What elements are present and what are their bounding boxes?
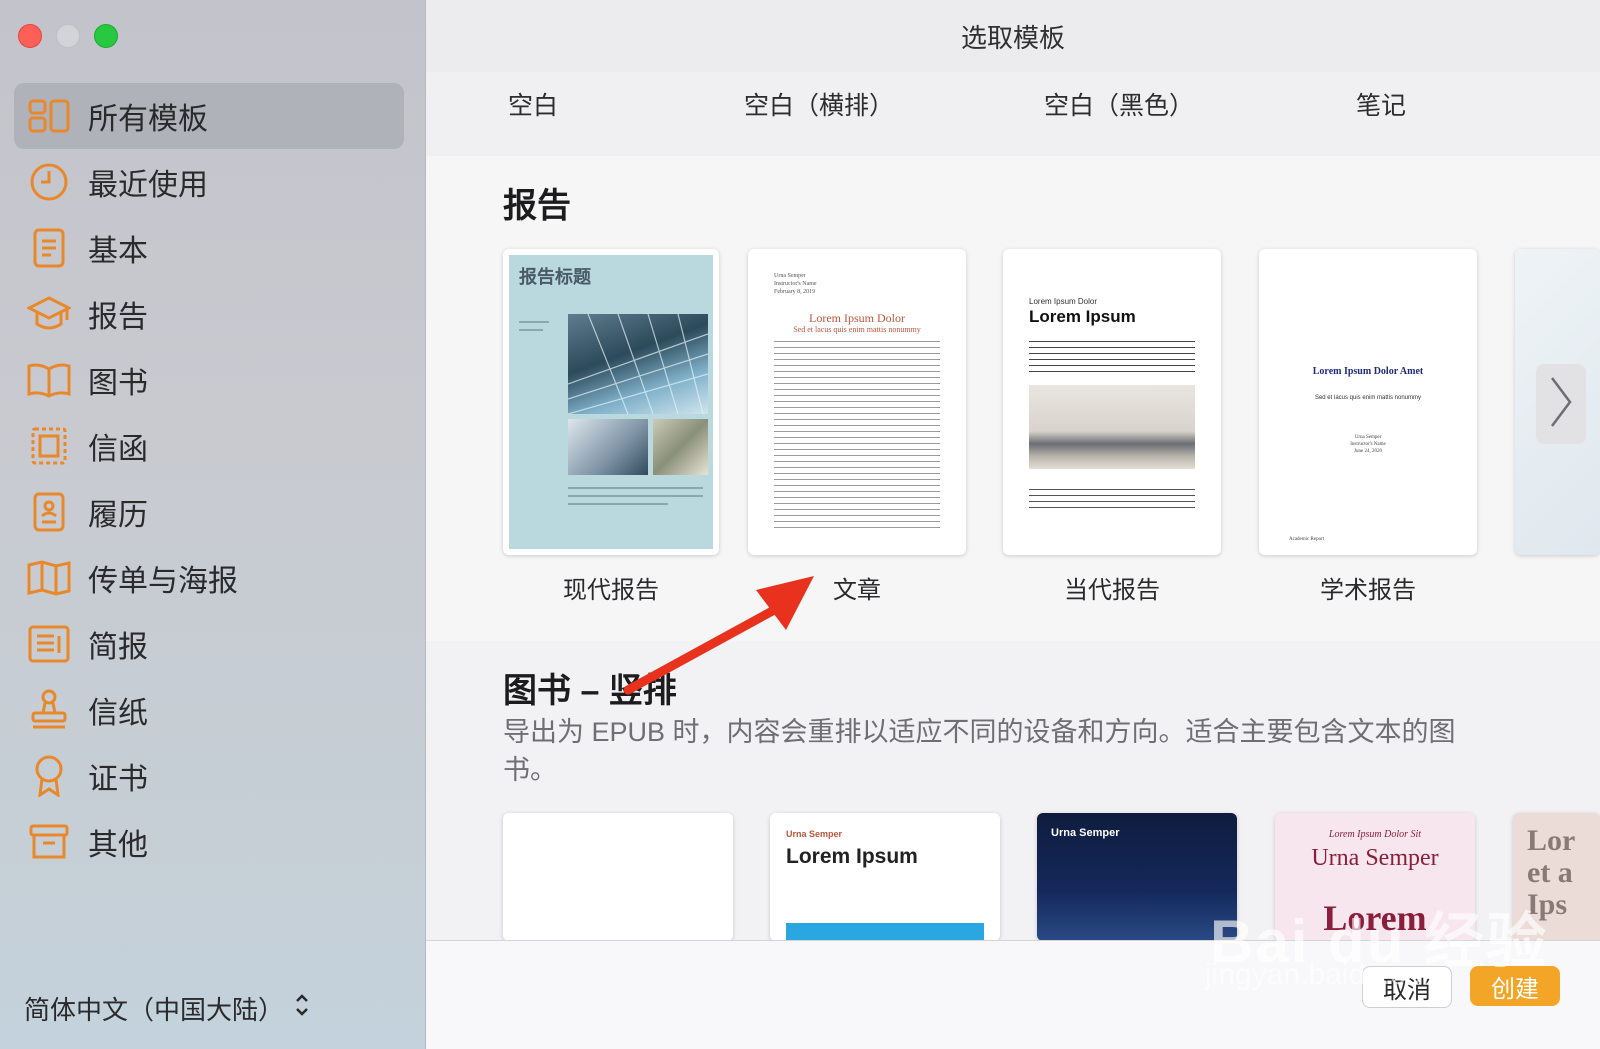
template-chooser-window: 所有模板 最近使用 基本 报告 图书 信函 履历 传单与海报 简报 信纸 证书 … [0,0,1600,1049]
sidebar-item-label: 其他 [88,829,148,862]
sidebar-item-label: 报告 [88,301,148,334]
sidebar-item-label: 图书 [88,367,148,400]
sidebar-item-reports[interactable]: 报告 [14,281,404,347]
minimize-button[interactable] [56,24,80,48]
sidebar-item-all-templates[interactable]: 所有模板 [14,83,404,149]
sidebar-item-label: 信函 [88,433,148,466]
sidebar-item-basic[interactable]: 基本 [14,215,404,281]
graduation-cap-icon [26,291,72,337]
sidebar-item-resume[interactable]: 履历 [14,479,404,545]
language-label: 简体中文（中国大陆） [24,995,285,1025]
sidebar-item-label: 最近使用 [88,169,208,202]
close-button[interactable] [18,24,42,48]
baidu-watermark-url: jingyan.baidu.com [1205,958,1447,991]
zoom-button[interactable] [94,24,118,48]
sidebar-item-letters[interactable]: 信函 [14,413,404,479]
resume-icon [26,489,72,535]
sidebar-item-label: 证书 [88,763,148,796]
language-selector[interactable]: 简体中文（中国大陆） [24,990,310,1027]
sidebar-item-label: 信纸 [88,697,148,730]
stamp-frame-icon [26,423,72,469]
up-down-chevron-icon [294,992,310,1025]
sidebar-item-label: 传单与海报 [88,565,238,598]
category-list: 所有模板 最近使用 基本 报告 图书 信函 履历 传单与海报 简报 信纸 证书 … [14,83,404,875]
rubber-stamp-icon [26,687,72,733]
sidebar-item-stationery[interactable]: 信纸 [14,677,404,743]
ribbon-icon [26,753,72,799]
sidebar-item-label: 履历 [88,499,148,532]
clock-icon [26,159,72,205]
sidebar-item-label: 所有模板 [88,103,208,136]
template-gallery: 选取模板 空白 空白（横排） 空白（黑色） 笔记 报告 报告标题 现代报告 Ur… [426,0,1600,1049]
map-fold-icon [26,555,72,601]
sidebar-item-other[interactable]: 其他 [14,809,404,875]
sidebar-item-recent[interactable]: 最近使用 [14,149,404,215]
annotation-arrow [623,576,814,695]
newsletter-icon [26,621,72,667]
sidebar-item-flyers-posters[interactable]: 传单与海报 [14,545,404,611]
archive-box-icon [26,819,72,865]
sidebar-item-label: 简报 [88,631,148,664]
sidebar-item-label: 基本 [88,235,148,268]
sidebar-item-newsletters[interactable]: 简报 [14,611,404,677]
sidebar: 所有模板 最近使用 基本 报告 图书 信函 履历 传单与海报 简报 信纸 证书 … [0,0,426,1049]
sidebar-item-books[interactable]: 图书 [14,347,404,413]
window-controls [18,24,118,48]
sidebar-item-certificates[interactable]: 证书 [14,743,404,809]
document-icon [26,225,72,271]
grid-icon [26,93,72,139]
book-icon [26,357,72,403]
